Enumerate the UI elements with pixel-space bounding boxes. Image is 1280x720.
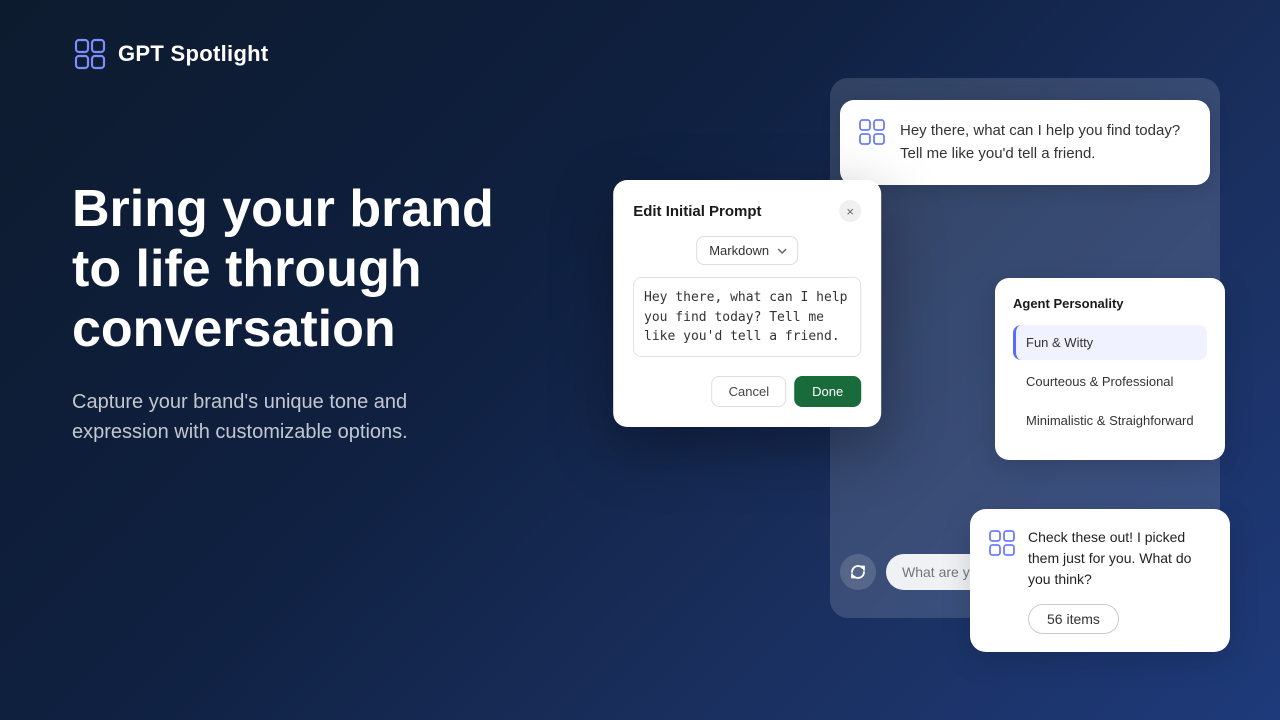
logo-text: GPT Spotlight — [118, 41, 269, 67]
refresh-button[interactable] — [840, 554, 876, 590]
headline: Bring your brandto life throughconversat… — [72, 180, 494, 359]
chat-avatar-top-icon — [858, 118, 886, 146]
personality-panel: Agent Personality Fun & Witty Courteous … — [995, 278, 1225, 460]
modal-format-wrapper: Markdown Plain Text HTML — [633, 236, 861, 265]
logo-area: GPT Spotlight — [72, 36, 269, 72]
done-button[interactable]: Done — [794, 376, 861, 407]
modal-actions: Cancel Done — [633, 376, 861, 407]
refresh-icon — [849, 563, 867, 581]
logo-icon — [72, 36, 108, 72]
edit-prompt-modal: Edit Initial Prompt × Markdown Plain Tex… — [613, 180, 881, 427]
personality-item-fun-witty[interactable]: Fun & Witty — [1013, 325, 1207, 360]
format-select[interactable]: Markdown Plain Text HTML — [696, 236, 798, 265]
chat-bubble-top: Hey there, what can I help you find toda… — [840, 100, 1210, 185]
items-badge[interactable]: 56 items — [1028, 604, 1119, 634]
chat-bubble-bottom: Check these out! I picked them just for … — [970, 509, 1230, 652]
subtext: Capture your brand's unique tone and exp… — [72, 387, 492, 447]
prompt-textarea[interactable]: Hey there, what can I help you find toda… — [633, 277, 861, 357]
bottom-bubble-message: Check these out! I picked them just for … — [1028, 527, 1212, 590]
modal-close-button[interactable]: × — [839, 200, 861, 222]
bottom-bubble-content: Check these out! I picked them just for … — [988, 527, 1212, 590]
left-content: Bring your brandto life throughconversat… — [72, 180, 494, 447]
cancel-button[interactable]: Cancel — [712, 376, 786, 407]
modal-title: Edit Initial Prompt — [633, 203, 761, 220]
personality-item-courteous[interactable]: Courteous & Professional — [1013, 364, 1207, 399]
chat-avatar-bottom-icon — [988, 529, 1016, 557]
personality-title: Agent Personality — [1013, 296, 1207, 311]
chat-top-message: Hey there, what can I help you find toda… — [900, 120, 1190, 165]
personality-item-minimalistic[interactable]: Minimalistic & Straighforward — [1013, 403, 1207, 438]
modal-header: Edit Initial Prompt × — [633, 200, 861, 222]
